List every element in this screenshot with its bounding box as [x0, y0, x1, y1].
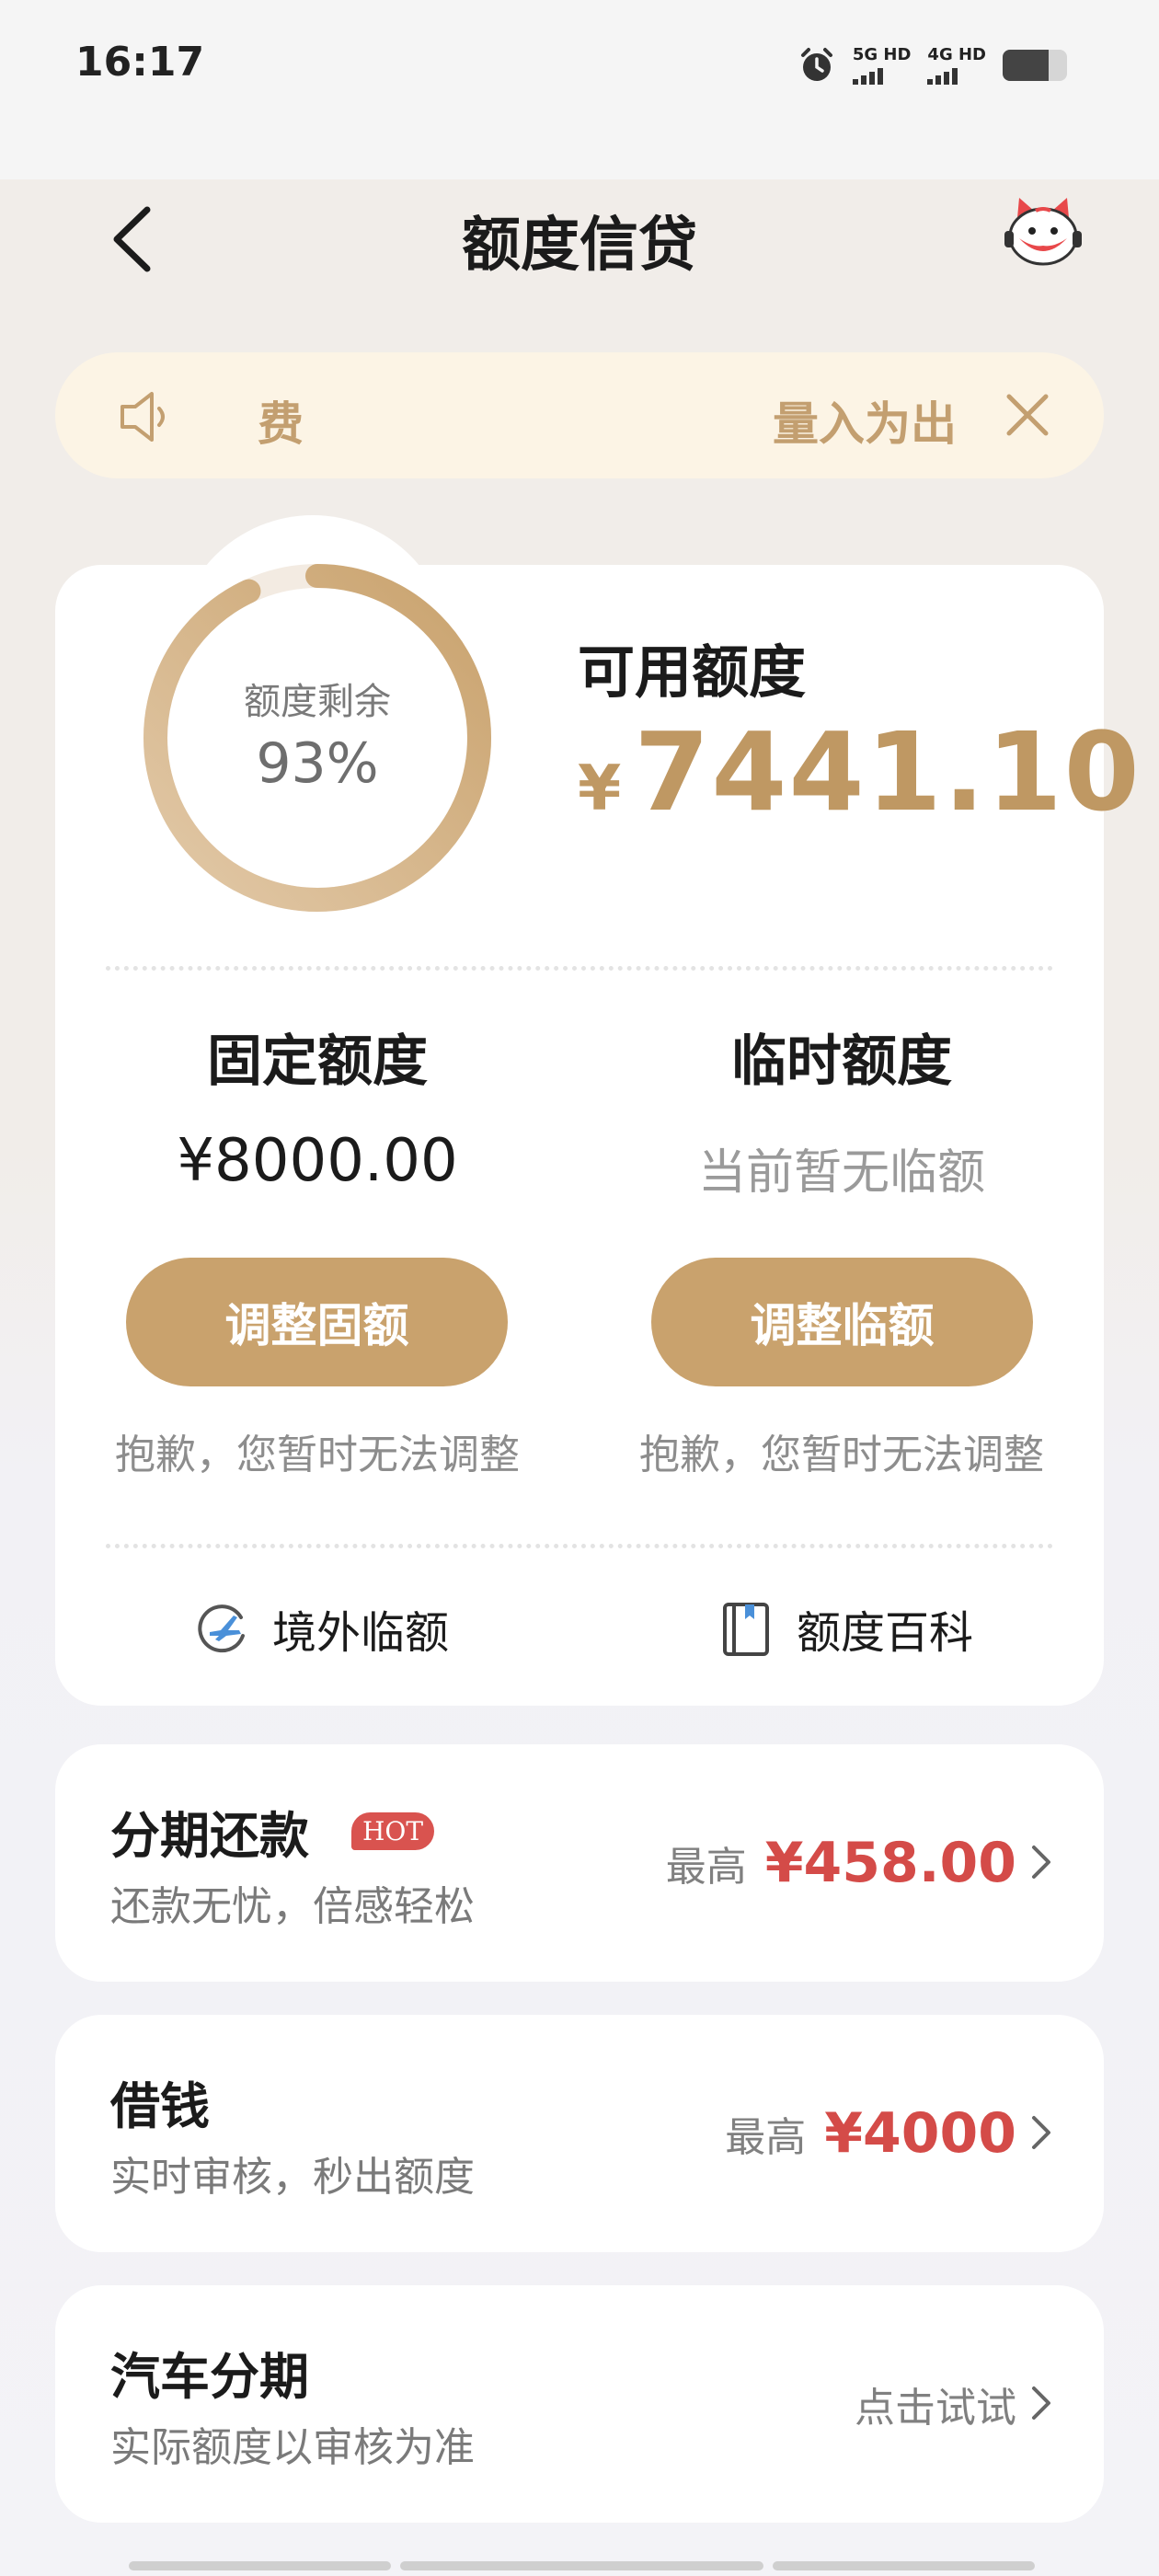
borrow-max: 最高 ¥4000 — [725, 2015, 1016, 2252]
divider — [106, 966, 1053, 971]
borrow-card[interactable]: 借钱 实时审核，秒出额度 最高 ¥4000 — [55, 2015, 1104, 2252]
signal-4g-label: 4G HD — [927, 44, 986, 64]
battery-icon — [1003, 50, 1067, 81]
speaker-icon — [120, 392, 165, 442]
notice-bar[interactable]: 费 量入为出 — [55, 352, 1104, 478]
installment-max-amount: ¥458.00 — [764, 1831, 1016, 1895]
car-loan-subtitle: 实际额度以审核为准 — [110, 2424, 475, 2471]
plane-icon — [198, 1604, 245, 1653]
mascot-icon[interactable] — [999, 190, 1087, 279]
adjust-temp-button[interactable]: 调整临额 — [651, 1258, 1033, 1386]
signal-5g-label: 5G HD — [852, 44, 912, 64]
hot-badge: HOT — [351, 1812, 435, 1850]
adjust-fixed-button[interactable]: 调整固额 — [126, 1258, 508, 1386]
available-amount-value: 7441.10 — [634, 708, 1142, 835]
notice-fee-text: 费 — [258, 397, 304, 451]
remaining-ring: 额度剩余 93% — [143, 561, 492, 915]
car-loan-card[interactable]: 汽车分期 实际额度以审核为准 点击试试 — [55, 2285, 1104, 2523]
fixed-credit-title: 固定额度 — [207, 1029, 428, 1094]
temp-adjust-note: 抱歉，您暂时无法调整 — [639, 1432, 1044, 1478]
installment-title: 分期还款 — [110, 1807, 309, 1865]
fixed-adjust-note: 抱歉，您暂时无法调整 — [115, 1432, 520, 1478]
chevron-right-icon — [1032, 2386, 1050, 2420]
installment-max: 最高 ¥458.00 — [666, 1744, 1016, 1982]
borrow-title: 借钱 — [110, 2077, 210, 2135]
fixed-credit-value: ¥8000.00 — [177, 1127, 458, 1195]
available-label: 可用额度 — [578, 638, 807, 706]
currency-symbol: ¥ — [578, 753, 622, 825]
car-loan-action: 点击试试 — [855, 2285, 1016, 2523]
close-icon[interactable] — [1002, 389, 1053, 441]
page-header: 额度信贷 — [0, 179, 1159, 290]
ring-label: 额度剩余 — [244, 681, 391, 723]
overseas-credit-link[interactable]: 境外临额 — [193, 1596, 449, 1661]
car-loan-try-text: 点击试试 — [855, 2385, 1016, 2432]
signal-4g: 4G HD — [927, 44, 986, 85]
available-amount: ¥ 7441.10 — [578, 708, 1142, 835]
borrow-max-amount: ¥4000 — [824, 2101, 1016, 2166]
status-bar: 16:17 5G HD 4G HD — [0, 0, 1159, 179]
status-icons: 5G HD 4G HD — [798, 46, 1067, 85]
credit-wiki-link[interactable]: 额度百科 — [717, 1596, 973, 1661]
status-time: 16:17 — [75, 39, 205, 86]
borrow-subtitle: 实时审核，秒出额度 — [110, 2154, 475, 2201]
chevron-right-icon — [1032, 1846, 1050, 1879]
notice-tip-text: 量入为出 — [773, 397, 957, 451]
ring-percent: 93% — [256, 731, 379, 796]
divider — [106, 1544, 1053, 1548]
book-icon — [723, 1603, 769, 1656]
installment-card[interactable]: 分期还款 HOT 还款无忧，倍感轻松 最高 ¥458.00 — [55, 1744, 1104, 1982]
temp-credit-title: 临时额度 — [731, 1029, 952, 1094]
car-loan-title: 汽车分期 — [110, 2348, 309, 2406]
chevron-right-icon — [1032, 2116, 1050, 2149]
installment-max-prefix: 最高 — [665, 1844, 747, 1891]
borrow-max-prefix: 最高 — [725, 2114, 807, 2161]
installment-subtitle: 还款无忧，倍感轻松 — [110, 1883, 475, 1930]
installment-title-row: 分期还款 HOT — [110, 1795, 435, 1868]
signal-5g: 5G HD — [852, 44, 912, 85]
alarm-icon — [800, 48, 832, 81]
page-title: 额度信贷 — [462, 212, 697, 280]
temp-credit-value: 当前暂无临额 — [697, 1145, 985, 1201]
credit-wiki-label: 额度百科 — [797, 1607, 974, 1659]
overseas-credit-label: 境外临额 — [272, 1607, 450, 1659]
bottom-tab-indicators — [129, 2561, 1035, 2570]
